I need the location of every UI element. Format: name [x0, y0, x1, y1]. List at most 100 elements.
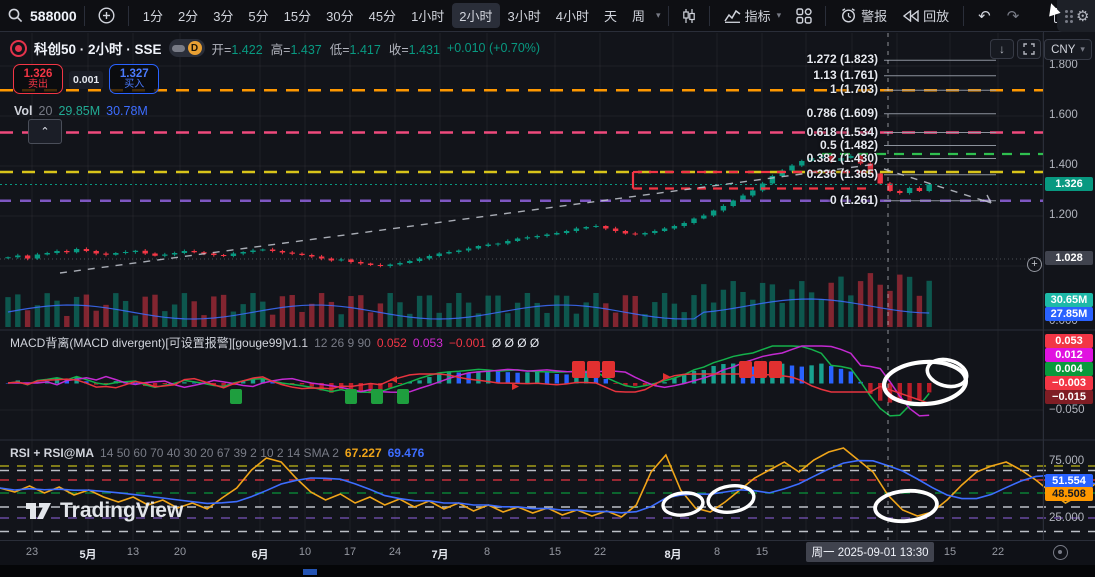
rsi-ma-badge: 51.554: [1045, 474, 1093, 488]
gear-icon[interactable]: ⚙: [1076, 7, 1089, 25]
timeframe-30分[interactable]: 30分: [319, 3, 360, 28]
fib-label-1: 1 (1.703): [830, 82, 878, 96]
sell-button[interactable]: 1.326卖出: [13, 64, 63, 94]
price-scale-1.200: 1.200: [1049, 209, 1078, 221]
fib-retracement[interactable]: [884, 60, 996, 201]
price-scale-1.600: 1.600: [1049, 109, 1078, 121]
fib-label-0.5: 0.5 (1.482): [820, 138, 878, 152]
timeframe-45分[interactable]: 45分: [362, 3, 403, 28]
search-icon[interactable]: [8, 8, 23, 23]
time-label-22: 22: [594, 546, 606, 558]
chevron-down-icon: ▾: [777, 10, 782, 21]
fib-label-0: 0 (1.261): [830, 193, 878, 207]
timezone-target-icon[interactable]: [1053, 545, 1068, 560]
timeframe-3分[interactable]: 3分: [206, 3, 240, 28]
divider: [668, 6, 669, 26]
divider: [963, 6, 964, 26]
volume-badge: 30.65M: [1045, 293, 1093, 307]
timeframe-1小时[interactable]: 1小时: [404, 3, 451, 28]
scroll-to-recent-button[interactable]: ↓: [990, 39, 1014, 59]
time-label-24: 24: [389, 546, 401, 558]
chart-title[interactable]: 科创50 · 2小时 · SSE: [34, 38, 162, 58]
interval-toggle[interactable]: D: [169, 39, 205, 57]
trade-panel: 1.326卖出 0.001 1.327买入: [13, 64, 159, 94]
macd-title: MACD背离(MACD divergent)[可设置报警][gouge99]v1…: [10, 334, 308, 351]
screenshot-frame-button[interactable]: [1017, 39, 1041, 59]
macd-pane-header[interactable]: MACD背离(MACD divergent)[可设置报警][gouge99]v1…: [10, 334, 539, 351]
fib-label-0.382: 0.382 (1.430): [807, 151, 878, 165]
bottom-strip: [0, 565, 1095, 577]
macd-axis-badge-2: 0.004: [1045, 362, 1093, 376]
macd-axis-badge-1: 0.012: [1045, 348, 1093, 362]
crosshair-time-tooltip: 周一 2025-09-01 13:30: [806, 542, 934, 562]
time-label-15: 15: [944, 546, 956, 558]
timeframe-4小时[interactable]: 4小时: [549, 3, 596, 28]
timeframe-天[interactable]: 天: [597, 3, 624, 28]
level-price-badge: 1.028: [1045, 251, 1093, 265]
macd-value-2: 0.053: [413, 336, 443, 350]
undo-icon[interactable]: ↶: [971, 4, 998, 28]
fib-label-1.272: 1.272 (1.823): [807, 52, 878, 66]
rsi-pane-header[interactable]: RSI + RSI@MA 14 50 60 70 40 30 20 67 39 …: [10, 446, 424, 460]
timeframe-2分[interactable]: 2分: [171, 3, 205, 28]
time-label-10: 10: [299, 546, 311, 558]
ohlc-低: 低=1.417: [330, 39, 381, 58]
chevron-down-icon[interactable]: ▾: [656, 10, 661, 21]
volume-ma-value: 30.78M: [106, 104, 148, 118]
replay-button[interactable]: 回放: [896, 3, 956, 28]
chart-canvas[interactable]: [0, 0, 1095, 577]
timeframe-周[interactable]: 周: [625, 3, 652, 28]
rsi-params: 14 50 60 70 40 30 20 67 39 2 10 2 14 SMA…: [100, 446, 339, 460]
tradingview-app: 588000 1分2分3分5分15分30分45分1小时2小时3小时4小时天周 ▾…: [0, 0, 1095, 577]
currency-dropdown[interactable]: CNY▾: [1044, 39, 1092, 60]
drag-dots-icon[interactable]: [1065, 10, 1073, 23]
macd-axis-badge-0: 0.053: [1045, 334, 1093, 348]
time-label-8: 8: [714, 546, 720, 558]
indicators-button[interactable]: 指标▾: [717, 3, 789, 28]
timeframe-1分[interactable]: 1分: [136, 3, 170, 28]
ohlc-收: 收=1.431: [389, 39, 440, 58]
tradingview-watermark: TradingView: [26, 499, 183, 523]
buy-button[interactable]: 1.327买入: [109, 64, 159, 94]
spread-value: 0.001: [69, 71, 103, 89]
time-label-13: 13: [127, 546, 139, 558]
time-label-22: 22: [992, 546, 1004, 558]
time-label-15: 15: [549, 546, 561, 558]
chart-legend: 科创50 · 2小时 · SSE D 开=1.422高=1.437低=1.417…: [10, 38, 540, 58]
timeframe-2小时[interactable]: 2小时: [452, 3, 499, 28]
alarm-clock-icon: [840, 7, 857, 24]
change-value: +0.010 (+0.70%): [447, 41, 540, 55]
volume-legend: Vol 20 29.85M 30.78M: [14, 104, 148, 118]
redo-icon[interactable]: ↷: [1000, 4, 1027, 28]
time-label-7月: 7月: [431, 546, 448, 562]
volume-ma-badge: 27.85M: [1045, 307, 1093, 321]
indicators-icon: [724, 9, 741, 23]
alert-button[interactable]: 警报: [833, 3, 894, 28]
time-label-17: 17: [344, 546, 356, 558]
ohlc-开: 开=1.422: [212, 39, 263, 58]
collapse-pane-button[interactable]: ⌃: [28, 119, 62, 144]
rsi-badge: 48.508: [1045, 487, 1093, 501]
compare-add-icon[interactable]: [92, 7, 121, 24]
timeframe-3小时[interactable]: 3小时: [501, 3, 548, 28]
symbol-search-button[interactable]: 588000: [30, 8, 77, 24]
rewind-icon: [903, 10, 919, 22]
timeframe-5分[interactable]: 5分: [241, 3, 275, 28]
timeframe-15分[interactable]: 15分: [277, 3, 318, 28]
templates-grid-icon[interactable]: [790, 8, 818, 24]
symbol-logo: [10, 40, 27, 57]
fib-label-0.236: 0.236 (1.365): [807, 167, 878, 181]
time-label-8月: 8月: [664, 546, 681, 562]
candle-style-icon[interactable]: [676, 8, 702, 24]
bottom-strip-artifact: [303, 569, 317, 575]
fib-label-0.786: 0.786 (1.609): [807, 106, 878, 120]
rsi-ma-value: 69.476: [388, 446, 425, 460]
divider: [709, 6, 710, 26]
timeframe-bar: 1分2分3分5分15分30分45分1小时2小时3小时4小时天周: [136, 3, 652, 28]
time-label-20: 20: [174, 546, 186, 558]
add-order-plus-icon[interactable]: +: [1027, 257, 1042, 272]
fib-label-0.618: 0.618 (1.534): [807, 125, 878, 139]
tradingview-logo-icon: [26, 499, 52, 523]
rsi-scale-25: 25.000: [1049, 512, 1084, 524]
macd-value-1: 0.052: [377, 336, 407, 350]
